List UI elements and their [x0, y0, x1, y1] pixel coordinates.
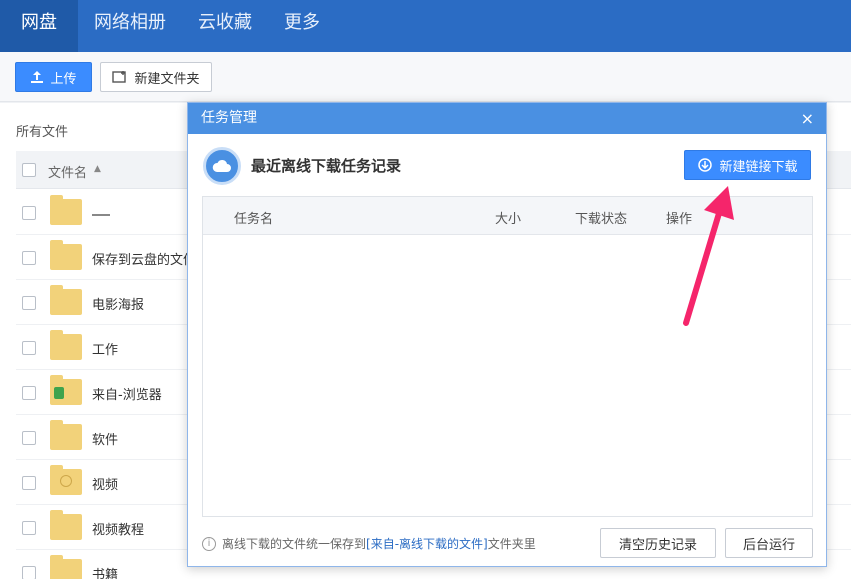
upload-button[interactable]: 上传: [15, 62, 92, 92]
file-name[interactable]: 工作: [92, 339, 118, 358]
new-link-download-button[interactable]: 新建链接下载: [684, 150, 811, 180]
browser-badge-icon: [54, 387, 64, 399]
tab-more[interactable]: 更多: [268, 0, 336, 52]
file-name[interactable]: 保存到云盘的文件: [92, 249, 196, 268]
folder-icon: [50, 510, 82, 540]
row-checkbox[interactable]: [22, 476, 36, 490]
folder-icon: [50, 285, 82, 315]
new-folder-icon: [112, 71, 127, 83]
file-name[interactable]: 书籍: [92, 564, 118, 579]
row-checkbox[interactable]: [22, 521, 36, 535]
footer-text: 离线下载的文件统一保存到[来自-离线下载的文件]文件夹里: [222, 537, 536, 551]
clear-history-button[interactable]: 清空历史记录: [600, 528, 716, 558]
folder-icon: [50, 240, 82, 270]
file-name[interactable]: 视频: [92, 474, 118, 493]
footer-info: i 离线下载的文件统一保存到[来自-离线下载的文件]文件夹里: [202, 535, 536, 552]
col-size: 大小: [495, 212, 522, 227]
folder-icon: [50, 330, 82, 360]
upload-label: 上传: [50, 71, 77, 87]
file-name[interactable]: 软件: [92, 429, 118, 448]
select-all-checkbox[interactable]: [22, 163, 36, 177]
tab-album[interactable]: 网络相册: [78, 0, 182, 52]
cloud-download-icon: [698, 158, 713, 172]
info-icon: i: [202, 536, 216, 551]
new-folder-label: 新建文件夹: [134, 71, 200, 87]
new-folder-button[interactable]: 新建文件夹: [100, 62, 212, 92]
top-nav: 网盘 网络相册 云收藏 更多: [0, 0, 851, 52]
file-name[interactable]: 视频教程: [92, 519, 144, 538]
close-icon[interactable]: ×: [801, 103, 814, 134]
dialog-title: 任务管理: [201, 110, 257, 126]
col-status: 下载状态: [575, 212, 628, 227]
offline-folder-link[interactable]: [来自-离线下载的文件]: [366, 537, 488, 551]
book-folder-icon: [50, 555, 82, 579]
task-manager-dialog: 任务管理 × 最近离线下载任务记录 新建链接下载 任务名 大小 下载状态 操作 …: [187, 102, 827, 567]
dash-mark: [92, 214, 110, 216]
sort-asc-icon[interactable]: ▲: [94, 164, 101, 174]
row-checkbox[interactable]: [22, 566, 36, 579]
row-checkbox[interactable]: [22, 341, 36, 355]
new-link-download-label: 新建链接下载: [719, 159, 798, 175]
folder-icon: [50, 420, 82, 450]
annotation-arrow: [683, 186, 734, 326]
background-run-button[interactable]: 后台运行: [725, 528, 813, 558]
row-checkbox[interactable]: [22, 206, 36, 220]
folder-icon: [50, 195, 82, 225]
breadcrumb[interactable]: 所有文件: [16, 121, 68, 140]
column-filename[interactable]: 文件名: [48, 162, 87, 181]
file-name[interactable]: 电影海报: [92, 294, 144, 313]
upload-icon: [31, 71, 44, 83]
row-checkbox[interactable]: [22, 296, 36, 310]
row-checkbox[interactable]: [22, 386, 36, 400]
play-icon: [60, 475, 72, 487]
section-title: 最近离线下载任务记录: [251, 157, 402, 175]
dialog-header: 任务管理 ×: [188, 103, 826, 134]
toolbar: 上传 新建文件夹: [0, 52, 851, 102]
video-folder-icon: [50, 465, 82, 495]
row-checkbox[interactable]: [22, 251, 36, 265]
col-task-name: 任务名: [234, 212, 274, 227]
tab-netdisk[interactable]: 网盘: [0, 0, 78, 52]
tab-favorites[interactable]: 云收藏: [182, 0, 268, 52]
file-name[interactable]: 来自-浏览器: [92, 384, 162, 403]
browser-folder-icon: [50, 375, 82, 405]
row-checkbox[interactable]: [22, 431, 36, 445]
cloud-icon: [203, 147, 241, 185]
